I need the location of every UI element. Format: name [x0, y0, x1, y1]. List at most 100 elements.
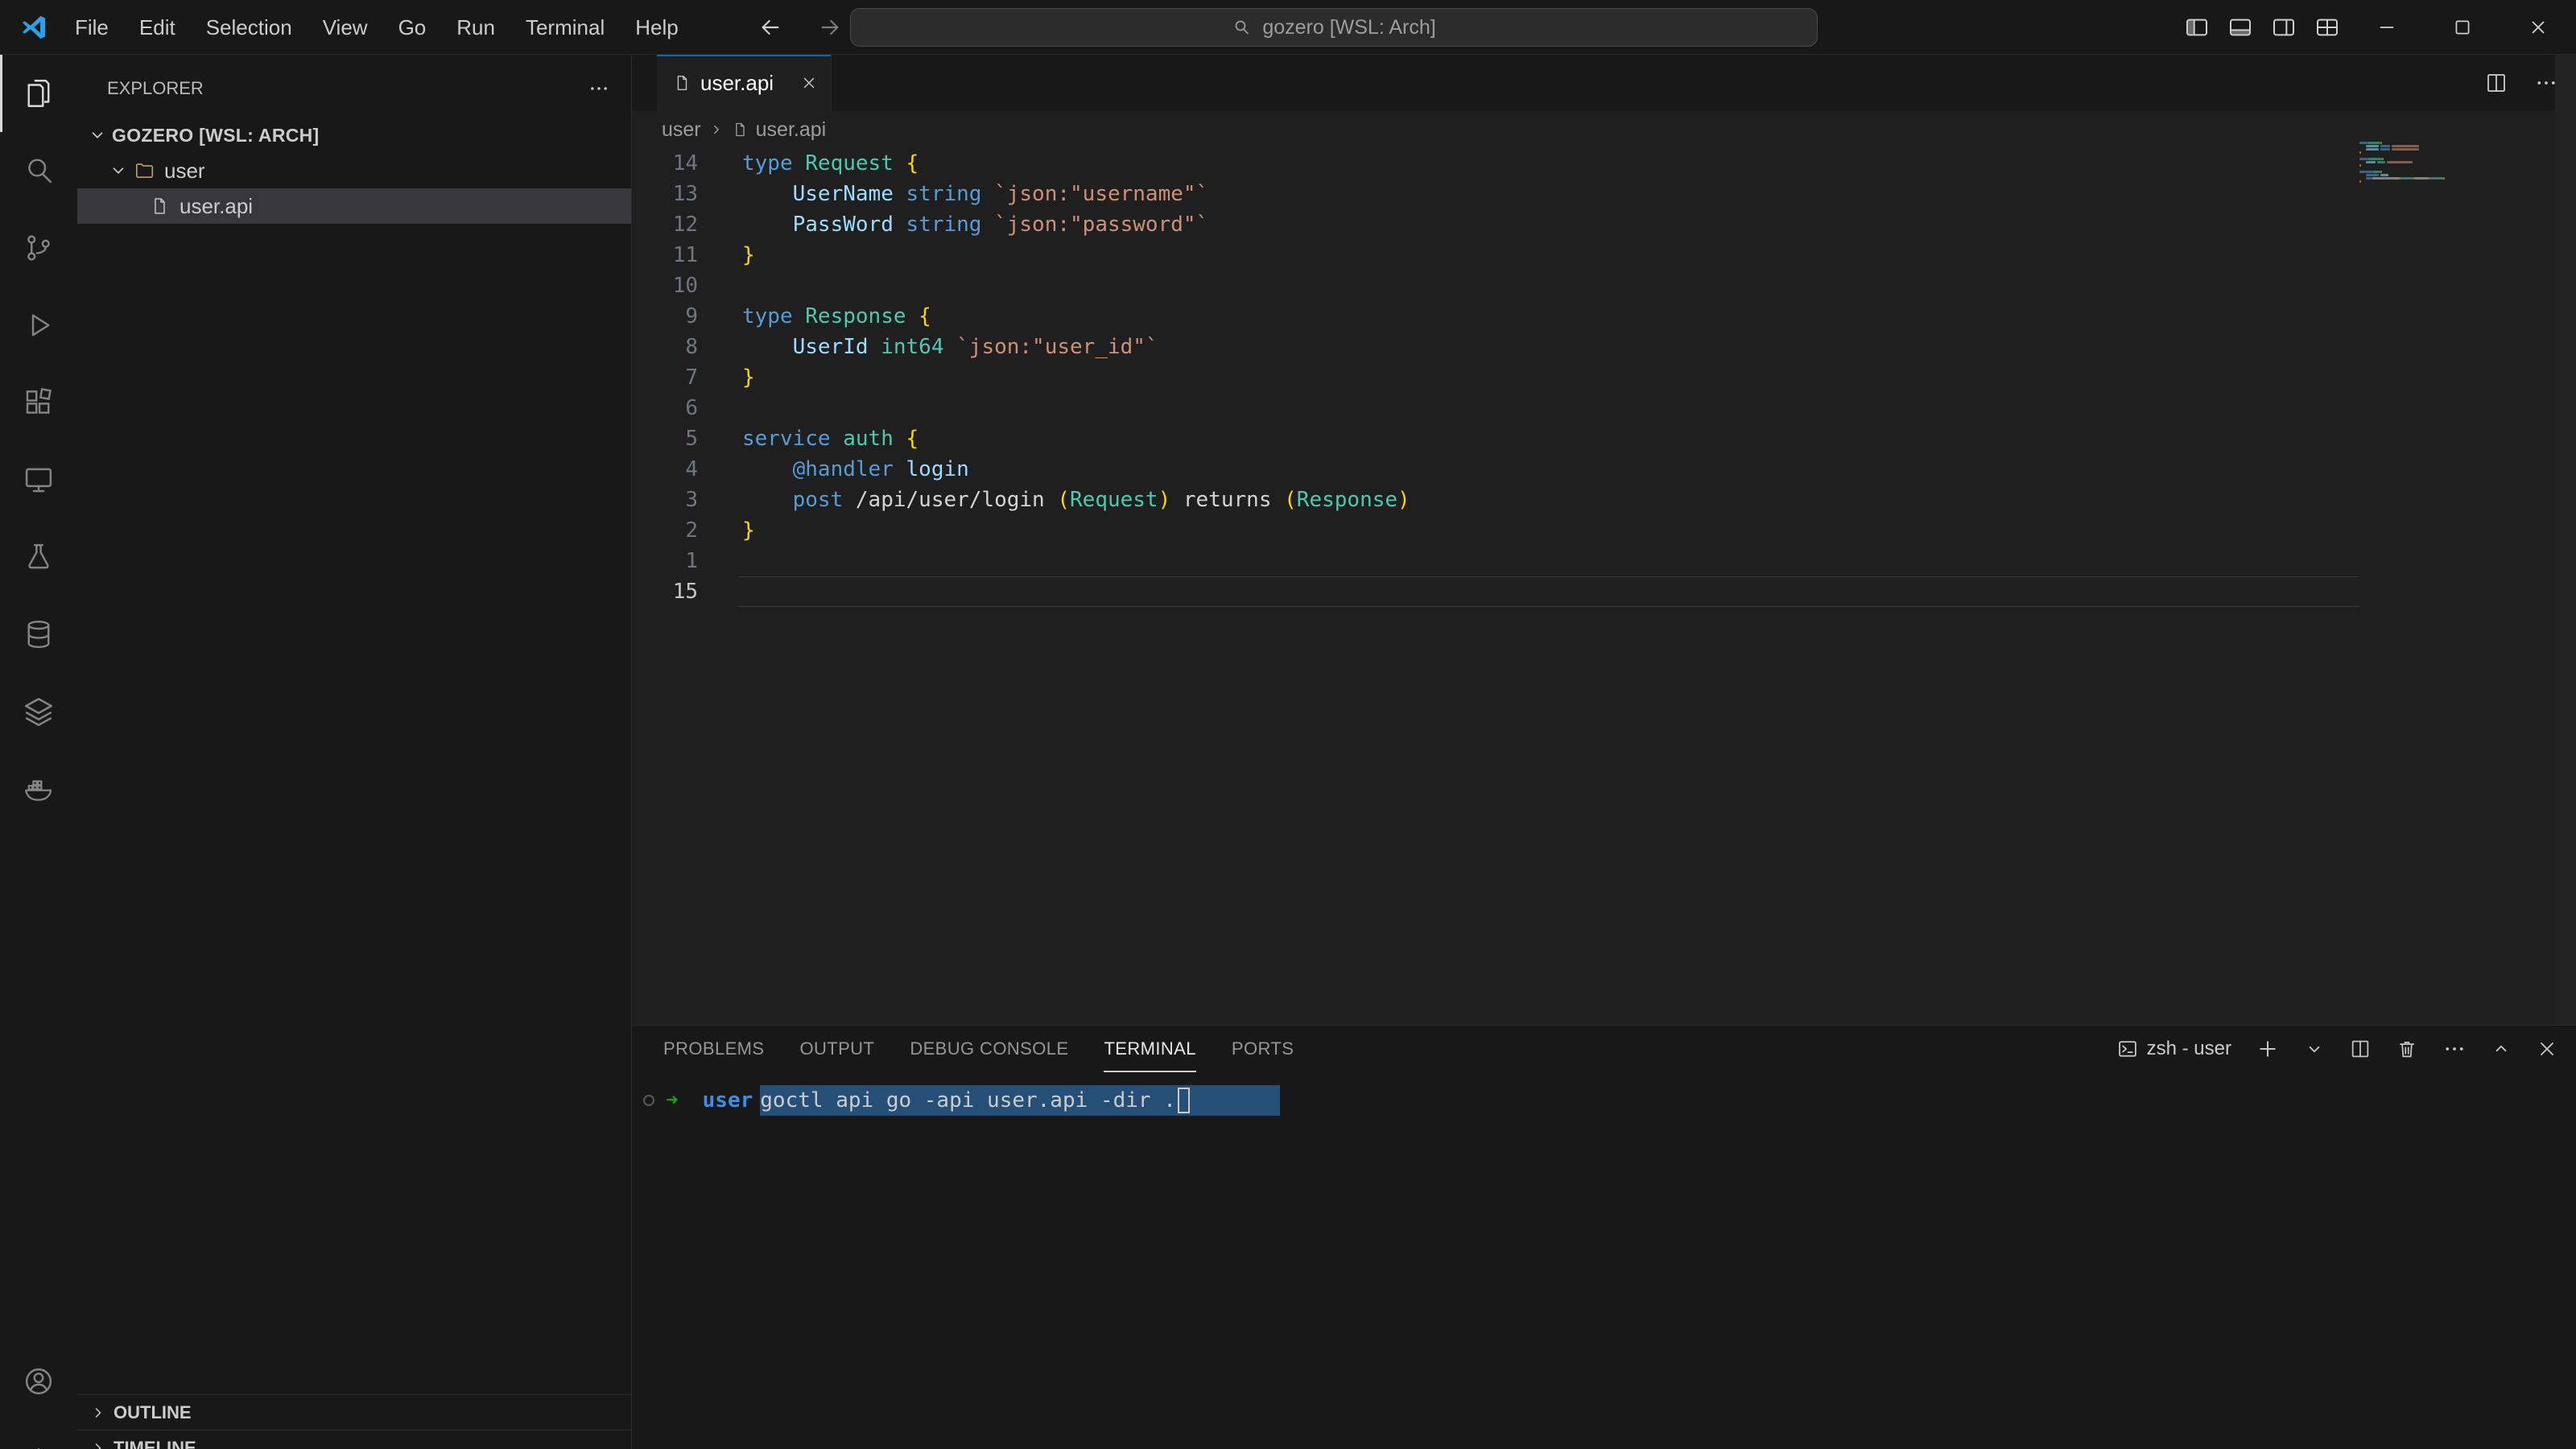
menu-go[interactable]: Go — [383, 15, 442, 40]
file-icon — [673, 74, 691, 92]
code-line[interactable]: 15 — [632, 576, 2359, 607]
command-decoration-icon[interactable] — [643, 1095, 654, 1106]
code-line[interactable]: 6 — [632, 393, 2359, 423]
toggle-secondary-sidebar-icon[interactable] — [2262, 0, 2306, 55]
tab-label: user.api — [700, 71, 774, 96]
manage-gear-icon[interactable] — [0, 1423, 77, 1449]
code-line[interactable]: 3 post /api/user/login (Request) returns… — [632, 485, 2359, 515]
file-tree: GOZERO [WSL: ARCH] user user.api — [77, 118, 631, 224]
panel-tab-ports[interactable]: PORTS — [1232, 1026, 1294, 1072]
code-line[interactable]: 12 PassWord string `json:"password"` — [632, 209, 2359, 240]
search-icon — [1232, 18, 1251, 37]
remote-explorer-icon[interactable] — [0, 441, 77, 518]
outline-section-header[interactable]: OUTLINE — [77, 1394, 631, 1430]
search-view-icon[interactable] — [0, 132, 77, 209]
vscode-window: FileEditSelectionViewGoRunTerminalHelp g… — [0, 0, 2576, 1449]
maximize-button[interactable] — [2425, 0, 2500, 55]
terminal-cursor — [1178, 1088, 1190, 1113]
file-icon — [150, 196, 169, 216]
split-editor-icon[interactable] — [2484, 71, 2508, 95]
outline-label: OUTLINE — [114, 1402, 192, 1423]
menu-edit[interactable]: Edit — [124, 15, 191, 40]
panel-tab-terminal[interactable]: TERMINAL — [1104, 1026, 1195, 1072]
code-line[interactable]: 7} — [632, 362, 2359, 393]
menu-run[interactable]: Run — [441, 15, 510, 40]
menu-view[interactable]: View — [308, 15, 383, 40]
tree-folder-user[interactable]: user — [77, 153, 631, 188]
menubar: FileEditSelectionViewGoRunTerminalHelp — [60, 0, 694, 55]
timeline-label: TIMELINE — [114, 1438, 196, 1449]
breadcrumb-file[interactable]: user.api — [756, 118, 827, 142]
code-line[interactable]: 4 @handler login — [632, 454, 2359, 485]
menu-terminal[interactable]: Terminal — [510, 15, 620, 40]
code-line[interactable]: 8 UserId int64 `json:"user_id"` — [632, 332, 2359, 362]
vscode-logo-icon — [19, 13, 48, 42]
menu-selection[interactable]: Selection — [191, 15, 308, 40]
launch-profile-chevron-icon[interactable] — [2304, 1038, 2325, 1059]
title-bar: FileEditSelectionViewGoRunTerminalHelp g… — [0, 0, 2576, 55]
database-icon[interactable] — [0, 596, 77, 673]
folder-icon — [134, 160, 155, 181]
maximize-panel-chevron-icon[interactable] — [2491, 1038, 2512, 1059]
run-and-debug-icon[interactable] — [0, 287, 77, 364]
explorer-sidebar: EXPLORER GOZERO [WSL: ARCH] user — [77, 55, 632, 1449]
chevron-right-icon — [90, 1405, 106, 1421]
tree-file-user-api[interactable]: user.api — [77, 188, 631, 224]
menu-help[interactable]: Help — [620, 15, 693, 40]
kill-terminal-trash-icon[interactable] — [2396, 1038, 2418, 1060]
terminal-shell-selector[interactable]: zsh - user — [2116, 1038, 2231, 1060]
tab-user-api[interactable]: user.api — [657, 55, 832, 111]
tab-close-icon[interactable] — [800, 74, 818, 92]
explorer-icon[interactable] — [0, 55, 77, 132]
minimap[interactable] — [2359, 142, 2459, 190]
accounts-icon[interactable] — [0, 1343, 77, 1420]
file-icon — [732, 122, 748, 138]
code-line[interactable]: 10 — [632, 270, 2359, 301]
extensions-icon[interactable] — [0, 364, 77, 441]
nav-forward-icon[interactable] — [808, 0, 852, 55]
panel-more-actions-icon[interactable] — [2442, 1037, 2467, 1061]
panel-tab-output[interactable]: OUTPUT — [799, 1026, 874, 1072]
toggle-primary-sidebar-icon[interactable] — [2175, 0, 2219, 55]
terminal[interactable]: ➜ user goctl api go -api user.api -dir . — [643, 1085, 1280, 1116]
close-window-button[interactable] — [2500, 0, 2576, 55]
code-line[interactable]: 2} — [632, 515, 2359, 546]
chevron-down-icon — [89, 126, 106, 144]
code-line[interactable]: 11} — [632, 240, 2359, 270]
code-line[interactable]: 5service auth { — [632, 423, 2359, 454]
minimize-button[interactable] — [2349, 0, 2425, 55]
code-line[interactable]: 13 UserName string `json:"username"` — [632, 179, 2359, 209]
code-line[interactable]: 1 — [632, 546, 2359, 576]
menu-file[interactable]: File — [60, 15, 124, 40]
command-center-search[interactable]: gozero [WSL: Arch] — [850, 8, 1818, 47]
breadcrumb-folder[interactable]: user — [662, 118, 701, 142]
activity-bar — [0, 55, 77, 1449]
editor-group: user.api user user.api — [632, 55, 2576, 1025]
source-control-icon[interactable] — [0, 209, 77, 287]
code-line[interactable]: 9type Response { — [632, 301, 2359, 332]
shell-label-text: zsh - user — [2147, 1038, 2231, 1060]
toggle-panel-icon[interactable] — [2219, 0, 2262, 55]
prompt-arrow: ➜ — [666, 1088, 679, 1113]
layers-icon[interactable] — [0, 673, 77, 750]
new-terminal-icon[interactable] — [2256, 1037, 2280, 1061]
docker-icon[interactable] — [0, 750, 77, 828]
tab-bar: user.api — [632, 55, 2576, 111]
root-folder-label: GOZERO [WSL: ARCH] — [112, 125, 320, 147]
tree-root-gozero[interactable]: GOZERO [WSL: ARCH] — [77, 118, 631, 153]
breadcrumb[interactable]: user user.api — [662, 111, 826, 148]
file-label: user.api — [180, 194, 253, 219]
editor-scrollbar[interactable] — [2555, 55, 2576, 1025]
customize-layout-icon[interactable] — [2306, 0, 2349, 55]
timeline-section-header[interactable]: TIMELINE — [77, 1430, 631, 1449]
bottom-panel: PROBLEMS OUTPUT DEBUG CONSOLE TERMINAL PORTS… — [632, 1025, 2576, 1449]
split-terminal-icon[interactable] — [2349, 1038, 2372, 1060]
explorer-more-actions-icon[interactable] — [588, 77, 610, 100]
code-line[interactable]: 14type Request { — [632, 148, 2359, 179]
panel-tab-debug-console[interactable]: DEBUG CONSOLE — [910, 1026, 1068, 1072]
nav-back-icon[interactable] — [749, 0, 792, 55]
testing-icon[interactable] — [0, 518, 77, 596]
panel-tab-problems[interactable]: PROBLEMS — [663, 1026, 764, 1072]
close-panel-icon[interactable] — [2536, 1038, 2558, 1060]
command-center-text: gozero [WSL: Arch] — [1262, 16, 1435, 39]
